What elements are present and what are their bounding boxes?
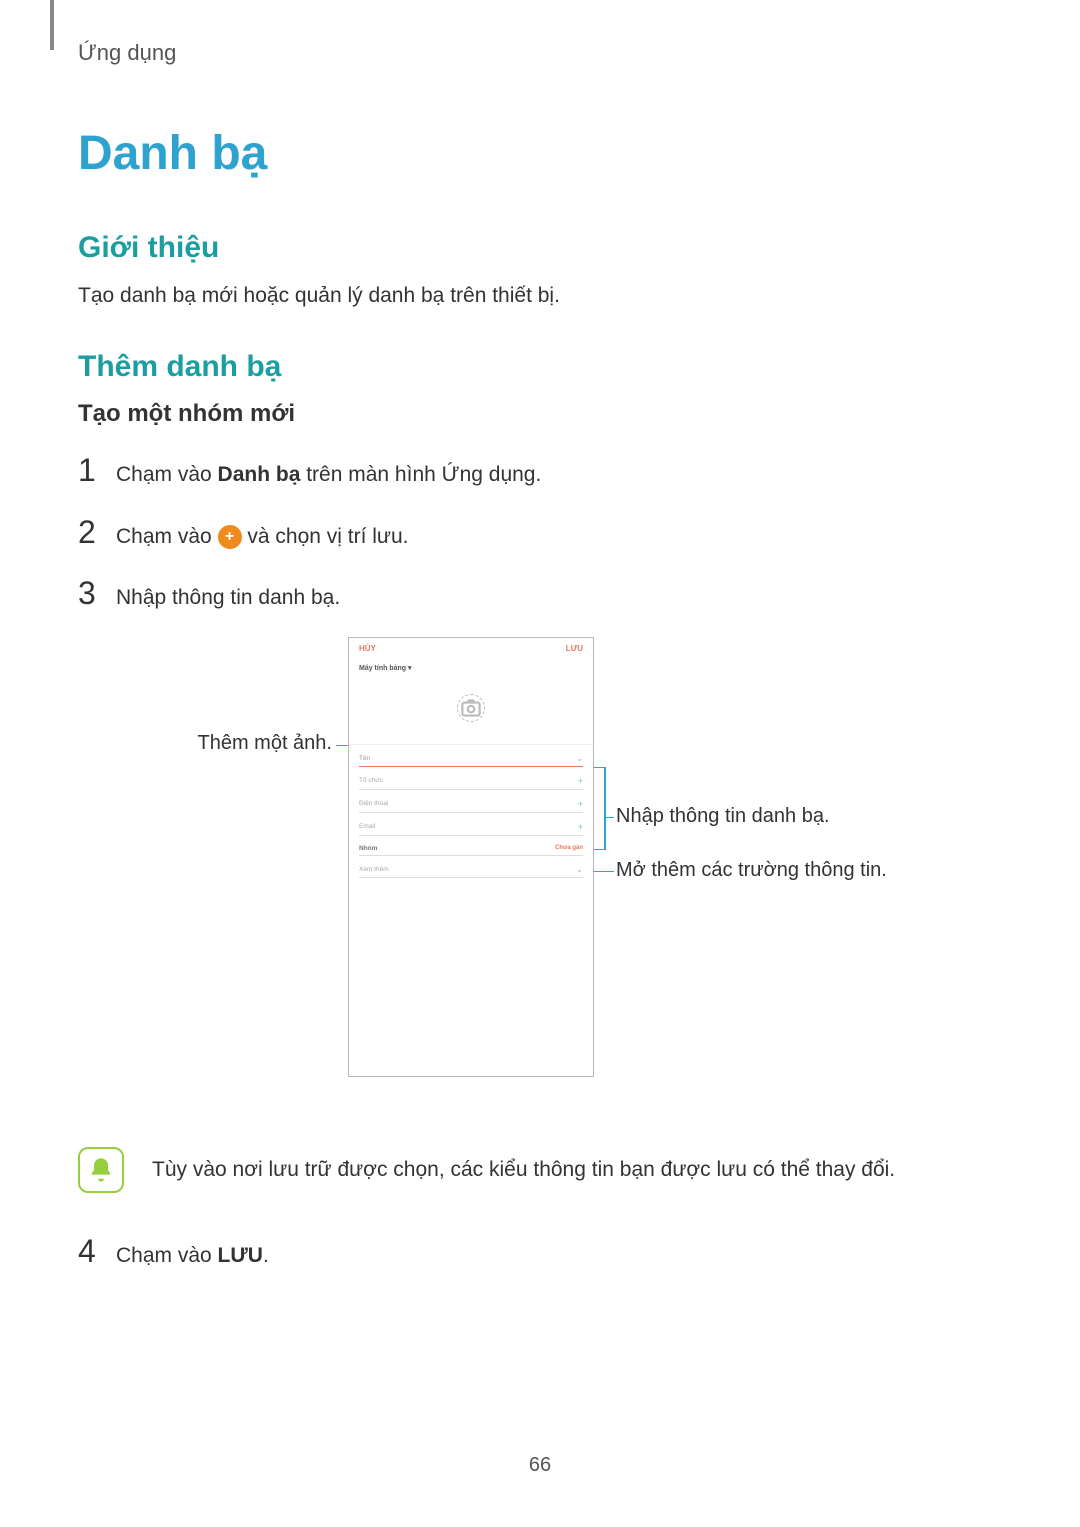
text: . bbox=[263, 1244, 269, 1267]
bold-text: Danh bạ bbox=[218, 463, 301, 486]
page-content: Ứng dụng Danh bạ Giới thiệu Tạo danh bạ … bbox=[0, 0, 1080, 1270]
chevron-down-icon: ⌄ bbox=[576, 865, 583, 874]
heading-add-contact: Thêm danh bạ bbox=[78, 350, 1002, 384]
plus-icon: + bbox=[578, 822, 583, 832]
step-number: 2 bbox=[78, 514, 116, 551]
step-text: Nhập thông tin danh bạ. bbox=[116, 583, 340, 612]
bold-text: LƯU bbox=[218, 1244, 263, 1267]
text: Chạm vào bbox=[116, 1244, 218, 1267]
text: trên màn hình Ứng dụng. bbox=[300, 463, 541, 486]
callout-line bbox=[604, 767, 606, 849]
subheading-create-group: Tạo một nhóm mới bbox=[78, 400, 1002, 428]
mock-save-button: LƯU bbox=[566, 644, 583, 653]
mock-field-name: Tên⌄ bbox=[359, 751, 583, 767]
heading-intro: Giới thiệu bbox=[78, 231, 1002, 265]
step-3: 3 Nhập thông tin danh bạ. bbox=[78, 575, 1002, 612]
page-tab-marker bbox=[50, 0, 54, 50]
chevron-down-icon: ⌄ bbox=[576, 754, 583, 763]
mock-field-org: Tổ chức+ bbox=[359, 773, 583, 790]
callout-line bbox=[604, 817, 614, 819]
callout-add-photo: Thêm một ảnh. bbox=[154, 732, 332, 755]
callout-enter-info: Nhập thông tin danh bạ. bbox=[616, 805, 830, 828]
step-number: 1 bbox=[78, 452, 116, 489]
section-title: Danh bạ bbox=[78, 126, 1002, 181]
figure-area: Thêm một ảnh. HỦY LƯU Máy tính bảng Tên⌄… bbox=[78, 637, 1002, 1097]
text: Chạm vào bbox=[116, 525, 218, 548]
step-1: 1 Chạm vào Danh bạ trên màn hình Ứng dụn… bbox=[78, 452, 1002, 489]
callout-more-fields: Mở thêm các trường thông tin. bbox=[616, 859, 887, 882]
breadcrumb: Ứng dụng bbox=[78, 40, 1002, 66]
bell-icon bbox=[78, 1147, 124, 1193]
steps-list-cont: 4 Chạm vào LƯU. bbox=[78, 1233, 1002, 1270]
mock-photo-row bbox=[349, 674, 593, 745]
mock-field-group: NhómChưa gán bbox=[359, 842, 583, 856]
steps-list: 1 Chạm vào Danh bạ trên màn hình Ứng dụn… bbox=[78, 452, 1002, 612]
mock-top-bar: HỦY LƯU bbox=[349, 638, 593, 659]
mock-field-email: Email+ bbox=[359, 819, 583, 836]
callout-line bbox=[594, 871, 614, 873]
callout-line bbox=[594, 849, 606, 851]
step-text: Chạm vào Danh bạ trên màn hình Ứng dụng. bbox=[116, 460, 541, 489]
note-text: Tùy vào nơi lưu trữ được chọn, các kiểu … bbox=[152, 1147, 895, 1184]
step-number: 4 bbox=[78, 1233, 116, 1270]
step-text: Chạm vào LƯU. bbox=[116, 1241, 269, 1270]
page-number: 66 bbox=[0, 1454, 1080, 1477]
step-text: Chạm vào + và chọn vị trí lưu. bbox=[116, 522, 409, 551]
step-4: 4 Chạm vào LƯU. bbox=[78, 1233, 1002, 1270]
mock-screenshot: HỦY LƯU Máy tính bảng Tên⌄ Tổ chức+ Điện… bbox=[348, 637, 594, 1077]
camera-icon bbox=[457, 694, 485, 722]
intro-text: Tạo danh bạ mới hoặc quản lý danh bạ trê… bbox=[78, 281, 1002, 310]
text: và chọn vị trí lưu. bbox=[242, 525, 409, 548]
text: Chạm vào bbox=[116, 463, 218, 486]
plus-icon: + bbox=[578, 776, 583, 786]
mock-screen: HỦY LƯU Máy tính bảng Tên⌄ Tổ chức+ Điện… bbox=[348, 637, 594, 1077]
mock-field-phone: Điện thoại+ bbox=[359, 796, 583, 813]
mock-cancel-button: HỦY bbox=[359, 644, 376, 653]
step-2: 2 Chạm vào + và chọn vị trí lưu. bbox=[78, 514, 1002, 551]
mock-storage-dropdown: Máy tính bảng bbox=[349, 659, 593, 674]
mock-field-more: Xem thêm⌄ bbox=[359, 862, 583, 878]
plus-icon: + bbox=[578, 799, 583, 809]
plus-circle-icon: + bbox=[218, 525, 242, 549]
note-row: Tùy vào nơi lưu trữ được chọn, các kiểu … bbox=[78, 1147, 1002, 1193]
step-number: 3 bbox=[78, 575, 116, 612]
